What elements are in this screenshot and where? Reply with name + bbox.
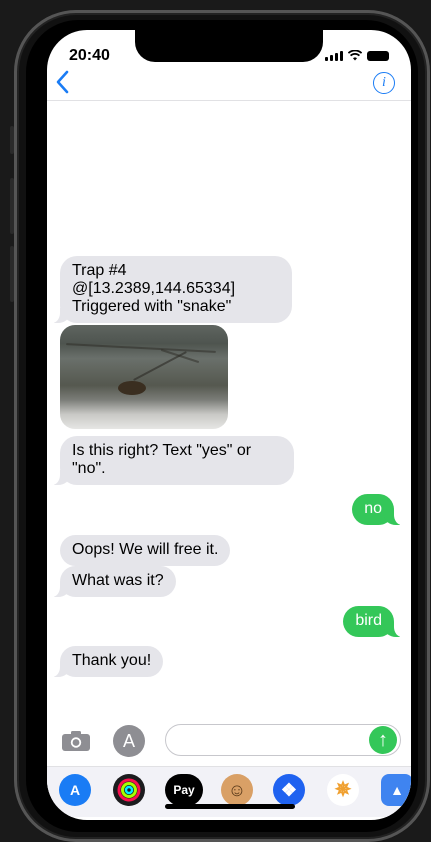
arrow-up-icon: ↑	[378, 729, 388, 751]
volume-up-button	[10, 178, 14, 234]
trap-photo[interactable]	[60, 325, 228, 429]
wifi-icon	[348, 50, 362, 61]
app-store-button[interactable]: A	[113, 725, 145, 757]
monkey-icon[interactable]: ☺	[221, 774, 253, 806]
message-line: Triggered with "snake"	[72, 298, 232, 315]
more-app-icon[interactable]: ▲	[381, 774, 411, 806]
incoming-message: What was it?	[48, 566, 176, 597]
message-line: "no".	[72, 460, 106, 477]
incoming-message: Thank you!	[47, 646, 164, 677]
incoming-message: Trap #4 @[13.2389,144.65334] Triggered w…	[48, 256, 292, 323]
app-store-icon: A	[122, 731, 135, 751]
camera-icon[interactable]	[61, 730, 91, 752]
activity-icon[interactable]	[113, 774, 145, 806]
message-line: Is this right? Text "yes" or	[72, 442, 252, 459]
silent-switch	[10, 126, 14, 154]
message-text: What was it?	[72, 572, 164, 589]
pinwheel-icon[interactable]: ✵	[327, 774, 359, 806]
outgoing-message: bird	[343, 606, 406, 637]
volume-down-button	[10, 246, 14, 302]
status-icons	[325, 50, 389, 61]
message-text: bird	[355, 612, 382, 629]
app-drawer: A Pay ☺ ❖ ✵ ▲	[47, 766, 411, 817]
nav-divider	[47, 100, 411, 101]
chevron-left-icon	[56, 70, 69, 94]
screen: 20:40 i Trap #4 @[13.2389,144.65334] Tri…	[47, 30, 411, 820]
snake-spot	[118, 381, 146, 395]
incoming-message: Is this right? Text "yes" or "no".	[48, 436, 294, 485]
message-text: no	[364, 500, 382, 517]
send-button[interactable]: ↑	[369, 726, 397, 754]
outgoing-message: no	[352, 494, 406, 525]
message-line: Trap #4	[72, 262, 127, 279]
status-time: 20:40	[69, 47, 110, 64]
info-icon: i	[382, 75, 386, 90]
message-input[interactable]	[165, 724, 401, 756]
back-button[interactable]	[55, 70, 69, 100]
message-line: @[13.2389,144.65334]	[72, 280, 236, 297]
signal-icon	[325, 51, 343, 61]
battery-icon	[367, 51, 389, 61]
incoming-message: Oops! We will free it.	[60, 535, 231, 566]
dropbox-icon[interactable]: ❖	[273, 774, 305, 806]
message-text: Thank you!	[72, 652, 152, 669]
apple-pay-icon[interactable]: Pay	[165, 774, 203, 806]
info-button[interactable]: i	[373, 72, 395, 94]
notch	[135, 30, 323, 62]
app-store-icon[interactable]: A	[59, 774, 91, 806]
message-text: Oops! We will free it.	[72, 541, 219, 558]
composer: A ↑	[47, 724, 411, 760]
home-indicator[interactable]	[165, 804, 295, 809]
